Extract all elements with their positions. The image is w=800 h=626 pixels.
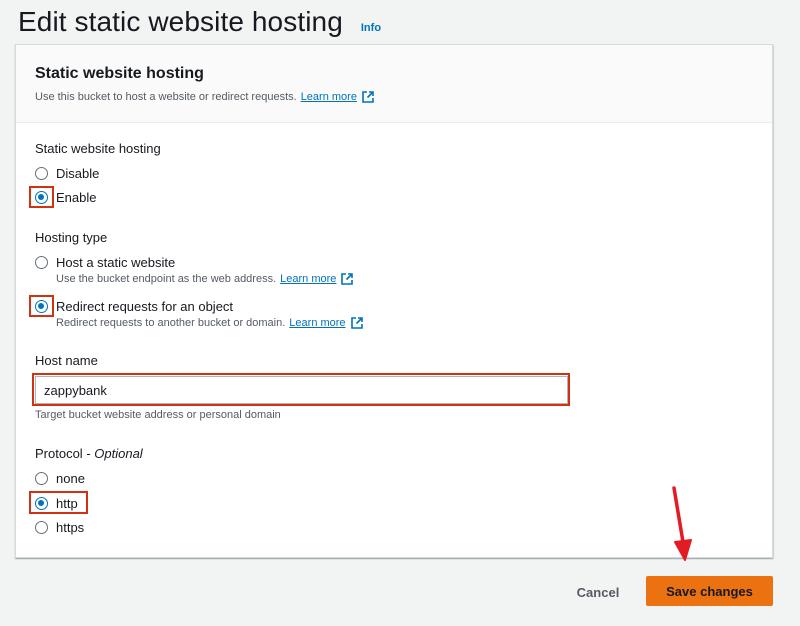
card-description: Use this bucket to host a website or red… [35,91,753,103]
external-link-icon[interactable] [350,317,363,329]
protocol-label-text: Protocol [35,446,83,461]
radio-protocol-https-label: https [56,520,85,535]
protocol-optional: Optional [94,446,143,461]
host-static-description-text: Use the bucket endpoint as the web addre… [56,273,277,285]
radio-protocol-none[interactable]: none [35,471,85,486]
radio-protocol-https[interactable]: https [35,520,84,535]
radio-redirect[interactable]: Redirect requests for an object [35,299,233,314]
highlight-enable [29,186,54,208]
radio-host-static-control[interactable] [35,256,48,269]
card-header: Static website hosting Use this bucket t… [16,45,772,123]
card-title: Static website hosting [35,65,204,82]
hosting-type-label: Hosting type [35,230,108,245]
save-changes-button[interactable]: Save changes [646,576,773,606]
host-static-learn-more-link[interactable]: Learn more [280,273,336,285]
arrow-down-icon [672,486,692,561]
highlight-http [29,491,88,514]
highlight-redirect [29,295,54,317]
radio-protocol-none-label: none [56,471,85,486]
host-name-hint: Target bucket website address or persona… [35,409,281,421]
radio-disable[interactable]: Disable [35,166,99,181]
redirect-learn-more-link[interactable]: Learn more [289,317,345,329]
radio-enable-label: Enable [56,190,97,205]
hosting-label: Static website hosting [35,141,161,156]
radio-disable-control[interactable] [35,167,48,180]
radio-host-static[interactable]: Host a static website [35,255,175,270]
host-static-description: Use the bucket endpoint as the web addre… [56,273,354,285]
host-name-label: Host name [35,353,98,368]
radio-protocol-none-control[interactable] [35,472,48,485]
highlight-host-name [32,373,570,406]
info-link[interactable]: Info [361,22,381,34]
protocol-label: Protocol - Optional [35,446,143,461]
external-link-icon[interactable] [341,273,354,285]
radio-disable-label: Disable [56,166,100,181]
redirect-description-text: Redirect requests to another bucket or d… [56,317,286,329]
card-learn-more-link[interactable]: Learn more [301,91,357,103]
redirect-description: Redirect requests to another bucket or d… [56,317,363,329]
card-description-text: Use this bucket to host a website or red… [35,91,297,103]
page-title: Edit static website hosting [18,6,343,37]
radio-redirect-label: Redirect requests for an object [56,299,234,314]
radio-host-static-label: Host a static website [56,255,176,270]
page-header: Edit static website hosting Info [18,6,381,38]
radio-protocol-https-control[interactable] [35,521,48,534]
external-link-icon[interactable] [362,91,374,103]
cancel-button[interactable]: Cancel [565,578,631,606]
